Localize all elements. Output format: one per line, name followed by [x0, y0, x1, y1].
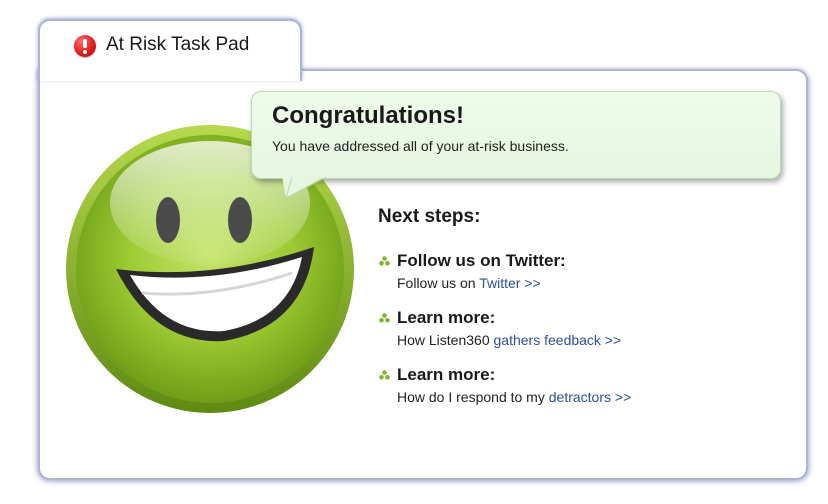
step-desc-text: Follow us on — [397, 275, 480, 291]
step-title: Learn more: — [397, 308, 496, 327]
gathers-feedback-link[interactable]: gathers feedback >> — [494, 332, 622, 348]
step-item-gathers-feedback: Learn more: How Listen360 gathers feedba… — [378, 307, 788, 351]
green-dots-bullet-icon — [379, 313, 390, 323]
step-title: Learn more: — [397, 365, 496, 384]
next-steps-heading: Next steps: — [378, 206, 481, 227]
green-dots-bullet-icon — [379, 256, 390, 266]
bubble-message: You have addressed all of your at-risk b… — [272, 138, 569, 154]
step-description: How Listen360 gathers feedback >> — [397, 329, 788, 351]
green-dots-bullet-icon — [379, 370, 390, 380]
tab-join — [40, 66, 296, 74]
step-title: Follow us on Twitter: — [397, 251, 566, 270]
step-description: How do I respond to my detractors >> — [397, 386, 788, 408]
step-item-detractors: Learn more: How do I respond to my detra… — [378, 364, 788, 408]
step-desc-text: How do I respond to my — [397, 389, 549, 405]
bubble-tail — [282, 176, 326, 199]
next-steps-section: Next steps: Follow us on Twitter: Follow… — [378, 206, 788, 421]
step-description: Follow us on Twitter >> — [397, 272, 788, 294]
exclamation-circle-icon — [74, 35, 96, 57]
step-desc-text: How Listen360 — [397, 332, 494, 348]
detractors-link[interactable]: detractors >> — [549, 389, 632, 405]
bubble-title: Congratulations! — [272, 102, 464, 129]
tab-title: At Risk Task Pad — [106, 34, 250, 55]
congratulations-bubble: Congratulations! You have addressed all … — [251, 91, 781, 179]
twitter-link[interactable]: Twitter >> — [479, 275, 540, 291]
step-item-twitter: Follow us on Twitter: Follow us on Twitt… — [378, 250, 788, 294]
task-pad-window: At Risk Task Pad Congratulations! You ha… — [0, 0, 828, 504]
